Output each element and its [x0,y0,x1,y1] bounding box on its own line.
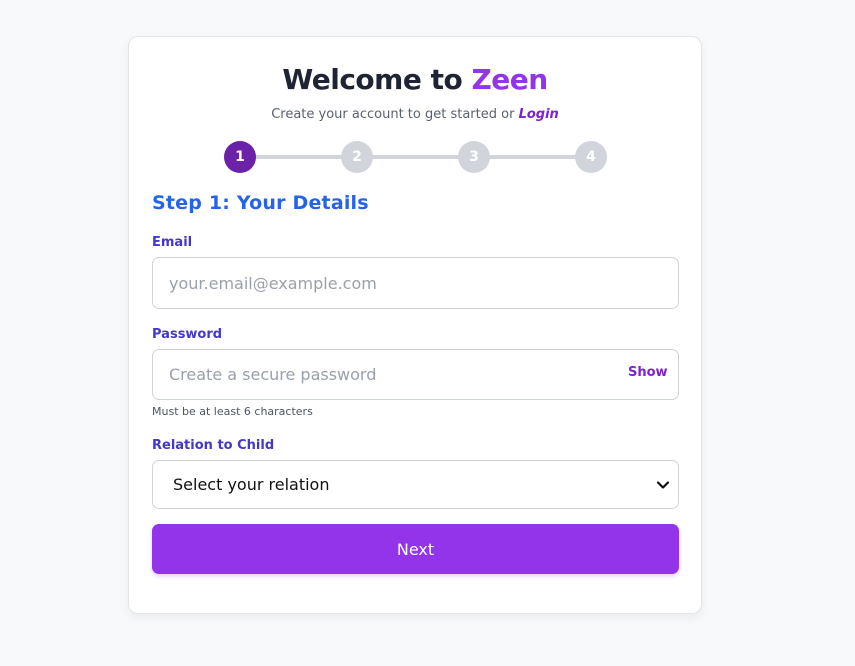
relation-label: Relation to Child [152,438,275,453]
progress-stepper: 1 2 3 4 [224,141,607,173]
next-button[interactable]: Next [152,524,679,574]
email-label: Email [152,235,193,250]
relation-select-value: Select your relation [173,475,330,494]
password-field[interactable] [152,349,679,400]
chevron-down-icon [656,481,670,489]
step-indicator-2: 2 [341,141,373,173]
login-link[interactable]: Login [519,107,559,122]
subtitle: Create your account to get started or Lo… [129,107,701,122]
signup-card: Welcome to Zeen Create your account to g… [128,36,702,614]
stepper-connector [240,155,357,159]
relation-select[interactable]: Select your relation [152,460,679,509]
subtitle-text: Create your account to get started or [271,107,519,122]
brand-name: Zeen [471,63,548,96]
title-prefix: Welcome to [282,63,472,96]
stepper-connector [357,155,474,159]
show-password-button[interactable]: Show [628,365,668,380]
password-label: Password [152,327,223,342]
stepper-connector [474,155,591,159]
step-indicator-1: 1 [224,141,256,173]
step-indicator-4: 4 [575,141,607,173]
step-heading: Step 1: Your Details [152,192,369,214]
password-hint: Must be at least 6 characters [152,405,313,418]
page-title: Welcome to Zeen [129,63,701,96]
email-field[interactable] [152,257,679,309]
step-indicator-3: 3 [458,141,490,173]
